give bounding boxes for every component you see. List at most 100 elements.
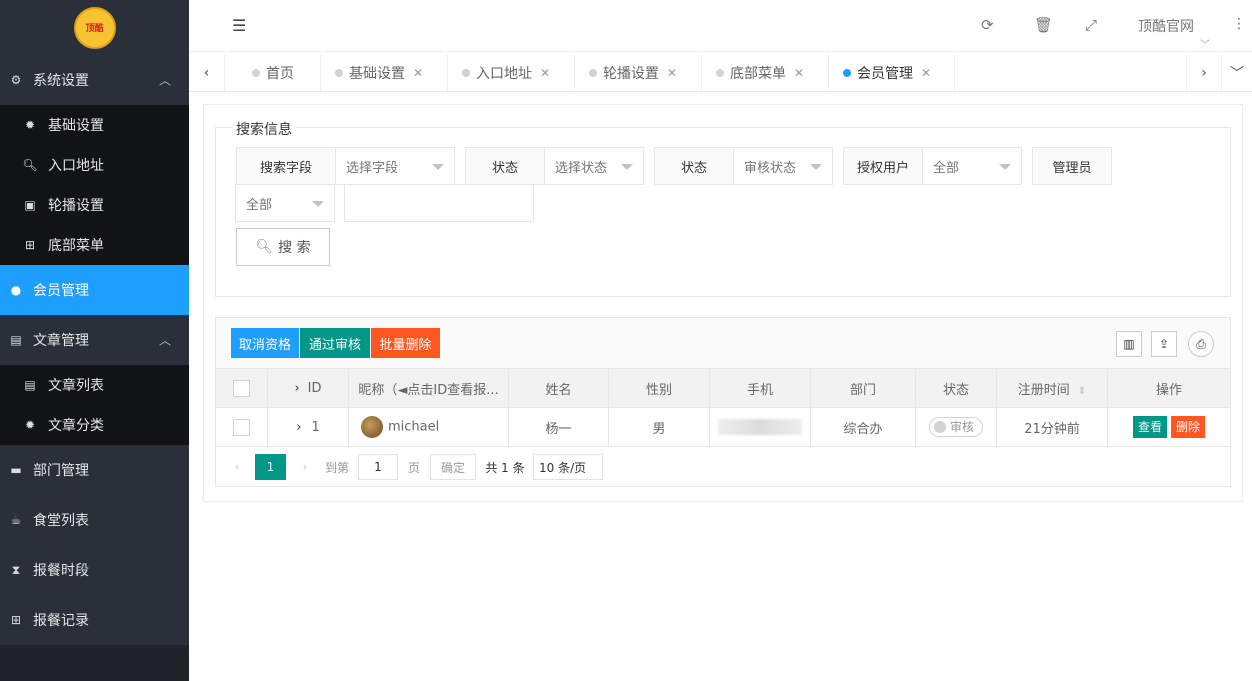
status-select[interactable]: 选择状态 [544,147,644,185]
page-size-select[interactable]: 10 条/页 [533,454,603,480]
next-page-icon[interactable]: › [296,454,314,480]
tab-entry-url[interactable]: 入口地址 ✕ [448,54,575,92]
col-label: 昵称（◄点击ID查看报... [358,382,499,398]
batch-delete-button[interactable]: 批量删除 [371,328,440,358]
search-field-select[interactable]: 选择字段 [335,147,455,185]
chevron-up-icon: ︿ [158,333,171,348]
cell-id[interactable]: › 1 [267,407,349,447]
trash-icon[interactable]: 🗑︎ [1034,16,1053,34]
export-icon[interactable]: ⇪ [1151,331,1177,357]
prev-page-icon[interactable]: ‹ [228,454,246,480]
tab-scroll-left-icon[interactable]: ‹ [189,54,225,92]
review-status-select[interactable]: 审核状态 [733,147,833,185]
cancel-qualification-button[interactable]: 取消资格 [231,328,299,358]
tab-home[interactable]: 首页 [226,54,321,92]
tab-dot [335,69,343,77]
print-icon[interactable]: ⎙ [1188,331,1214,357]
tab-label: 底部菜单 [730,66,786,82]
select-value: 选择字段 [346,160,399,176]
chevron-right-icon: › [294,380,300,396]
close-icon[interactable]: ✕ [413,66,423,80]
table-icon: ⊞ [10,613,22,627]
col-label: 状态 [942,382,969,398]
sidebar-item-basic-settings[interactable]: ✹ 基础设置 [0,105,189,145]
sidebar-item-article-list[interactable]: ▤ 文章列表 [0,365,189,405]
close-icon[interactable]: ✕ [794,66,804,80]
tab-menu-icon[interactable]: ﹀ [1222,54,1252,92]
admin-label: 管理员 [1032,147,1112,185]
sidebar-item-system-settings[interactable]: ⚙ 系统设置 ︿ [0,55,189,105]
tab-bottom-menu[interactable]: 底部菜单 ✕ [702,54,829,92]
row-checkbox[interactable] [233,418,250,436]
tab-label: 首页 [266,66,294,82]
page-1-button[interactable]: 1 [255,454,286,480]
gears-icon: ⚙ [10,73,22,87]
cell-dept: 综合办 [810,407,916,447]
sidebar-item-departments[interactable]: ▬ 部门管理 [0,445,189,495]
view-button[interactable]: 查看 [1132,416,1167,438]
sidebar-item-article-category[interactable]: ✹ 文章分类 [0,405,189,445]
close-icon[interactable]: ✕ [921,66,931,80]
more-vertical-icon[interactable]: ⋮ [1232,16,1246,32]
columns-icon[interactable]: ▥ [1116,331,1142,357]
caret-down-icon [432,164,444,170]
tab-carousel[interactable]: 轮播设置 ✕ [575,54,702,92]
auth-user-label: 授权用户 [843,147,923,185]
sidebar-item-label: 部门管理 [33,463,89,479]
tab-basic-settings[interactable]: 基础设置 ✕ [321,54,448,92]
expand-icon[interactable]: › [296,420,301,435]
sidebar-item-carousel[interactable]: ▣ 轮播设置 [0,185,189,225]
tab-bar: ‹ 首页 基础设置 ✕ 入口地址 ✕ 轮播设置 ✕ 底部菜单 ✕ 会员管理 ✕ … [189,54,1252,92]
select-value: 选择状态 [555,160,608,176]
search-legend: 搜索信息 [232,119,296,139]
cup-icon: ☕︎ [10,513,22,527]
tab-label: 轮播设置 [603,66,659,82]
status-toggle[interactable]: 审核 [928,417,983,437]
member-table: › ID 昵称（◄点击ID查看报... 姓名 性别 手机 部门 状态 注册时间 ⇕ … [215,368,1231,447]
fullscreen-icon[interactable]: ⤢ [1085,16,1097,34]
goto-confirm-button[interactable]: 确定 [430,454,476,480]
sort-icon[interactable]: ⇕ [1078,386,1086,397]
sidebar-item-meal-periods[interactable]: ⧗ 报餐时段 [0,545,189,595]
sidebar-item-entry-url[interactable]: 🔍︎ 入口地址 [0,145,189,185]
refresh-icon[interactable]: ⟳ [981,16,994,34]
close-icon[interactable]: ✕ [667,66,677,80]
tab-scroll-right-icon[interactable]: › [1186,54,1222,92]
delete-button[interactable]: 删除 [1171,416,1206,438]
col-id: › ID [267,368,349,408]
col-reg-time[interactable]: 注册时间 ⇕ [996,368,1108,408]
sidebar-item-meal-records[interactable]: ⊞ 报餐记录 [0,595,189,645]
list-icon: ▤ [10,333,22,347]
col-nickname: 昵称（◄点击ID查看报... [348,368,509,408]
site-link[interactable]: 顶酷官网 [1138,16,1194,36]
col-label: 注册时间 [1017,382,1070,398]
col-label: ID [307,380,322,396]
row-select-cell [215,407,268,447]
approve-button[interactable]: 通过审核 [300,328,370,358]
goto-page-input[interactable]: 1 [358,454,398,480]
sidebar-item-label: 系统设置 [33,73,89,89]
close-icon[interactable]: ✕ [540,66,550,80]
keyword-input[interactable] [344,184,534,222]
logo: 顶酷 [73,6,116,49]
tab-label: 入口地址 [476,66,532,82]
admin-select[interactable]: 全部 [235,184,335,222]
select-all-checkbox[interactable] [233,379,250,397]
caret-down-icon [621,164,633,170]
gear-icon: ✹ [24,118,36,132]
sidebar-item-canteens[interactable]: ☕︎ 食堂列表 [0,495,189,545]
menu-toggle-icon[interactable]: ☰ [232,16,246,35]
sidebar-item-label: 会员管理 [33,283,89,299]
col-dept: 部门 [810,368,916,408]
search-icon: 🔍︎ [22,158,38,172]
sidebar-item-label: 报餐记录 [33,613,89,629]
search-button[interactable]: 🔍︎ 搜 索 [236,228,330,266]
cell-nickname: michael [348,407,509,447]
chevron-down-icon[interactable]: ﹀ [1200,36,1210,51]
sidebar-item-bottom-menu[interactable]: ⊞ 底部菜单 [0,225,189,265]
tab-members[interactable]: 会员管理 ✕ [829,54,955,92]
auth-user-select[interactable]: 全部 [922,147,1022,185]
sidebar-item-label: 文章管理 [33,333,89,349]
sidebar-item-members[interactable]: ● 会员管理 [0,265,189,315]
sidebar-item-articles[interactable]: ▤ 文章管理 ︿ [0,315,189,365]
